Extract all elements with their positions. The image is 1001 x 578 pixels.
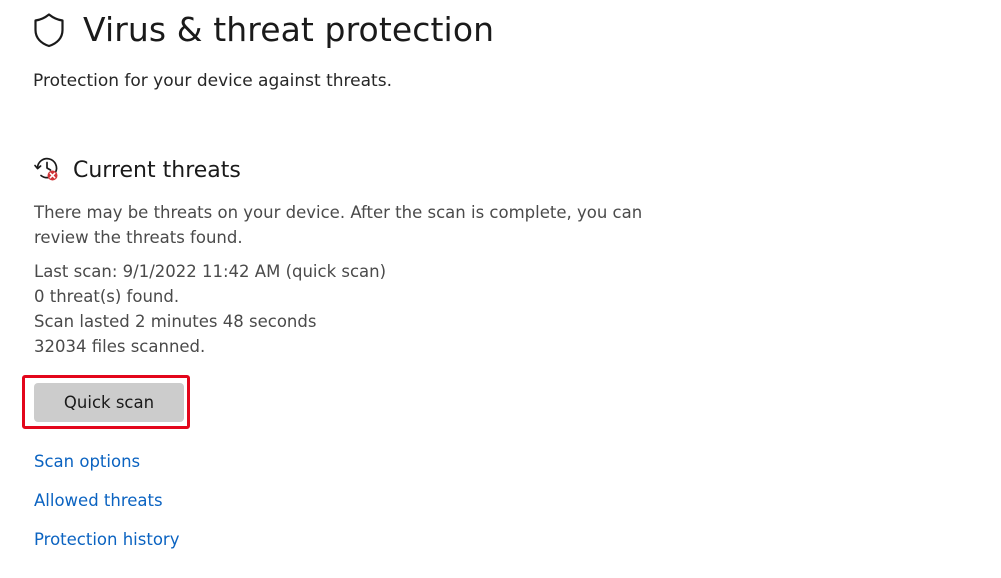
history-alert-icon: [33, 155, 61, 183]
scan-info: Last scan: 9/1/2022 11:42 AM (quick scan…: [34, 259, 386, 359]
files-scanned-text: 32034 files scanned.: [34, 337, 206, 356]
protection-history-link[interactable]: Protection history: [34, 528, 179, 552]
allowed-threats-link[interactable]: Allowed threats: [34, 489, 163, 513]
page-title: Virus & threat protection: [83, 10, 495, 49]
last-scan-text: Last scan: 9/1/2022 11:42 AM (quick scan…: [34, 262, 387, 281]
scan-options-link[interactable]: Scan options: [34, 450, 140, 474]
scan-duration-text: Scan lasted 2 minutes 48 seconds: [34, 312, 317, 331]
page-subtitle: Protection for your device against threa…: [33, 71, 392, 91]
shield-icon: [33, 12, 65, 48]
quick-scan-button[interactable]: Quick scan: [34, 383, 184, 422]
threats-description: There may be threats on your device. Aft…: [34, 203, 643, 247]
section-title-current-threats: Current threats: [73, 158, 241, 183]
threats-found-text: 0 threat(s) found.: [34, 287, 180, 306]
